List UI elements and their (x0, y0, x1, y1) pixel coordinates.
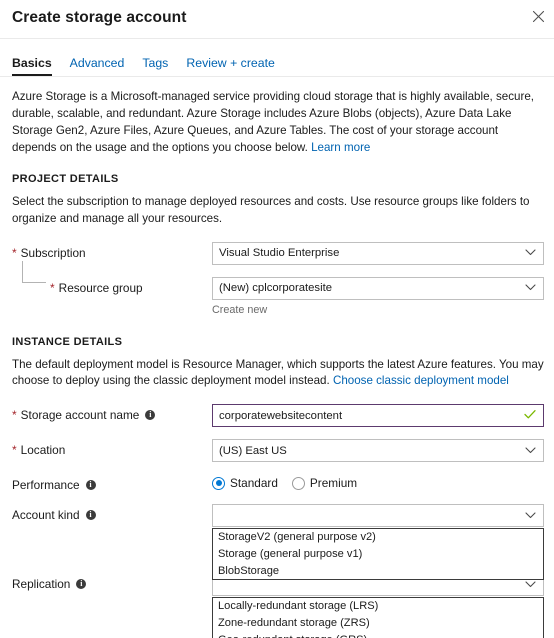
subscription-control: Visual Studio Enterprise (212, 241, 544, 265)
resource-group-label-wrap: * Resource group (12, 260, 212, 295)
chevron-down-icon (525, 247, 536, 259)
tab-bar: Basics Advanced Tags Review + create (0, 38, 554, 76)
storage-account-name-label: Storage account name (20, 408, 140, 423)
radio-icon (291, 476, 305, 490)
project-details-heading: PROJECT DETAILS (12, 172, 119, 185)
performance-radio-group: Standard Premium (212, 474, 544, 490)
intro-text: Azure Storage is a Microsoft-managed ser… (12, 90, 534, 154)
instance-details-description: The default deployment model is Resource… (12, 357, 544, 391)
storage-account-name-control: corporatewebsitecontent (212, 404, 544, 428)
info-icon[interactable]: i (76, 579, 87, 590)
performance-label: Performance (12, 478, 80, 493)
storage-account-name-required-marker: * (12, 408, 17, 423)
instance-details-heading: INSTANCE DETAILS (12, 335, 123, 348)
subscription-label-wrap: * Subscription (12, 242, 212, 260)
storage-account-name-row: * Storage account name i corporatewebsit… (12, 404, 544, 428)
replication-label-wrap: Replication i (12, 573, 212, 591)
chevron-down-icon (525, 510, 536, 522)
create-new-resource-group-link[interactable]: Create new (212, 304, 267, 316)
blade-header: Create storage account (0, 0, 554, 39)
tab-basics[interactable]: Basics (12, 56, 52, 76)
project-details-description: Select the subscription to manage deploy… (12, 194, 530, 225)
blade-body: Azure Storage is a Microsoft-managed ser… (0, 89, 554, 638)
location-required-marker: * (12, 443, 17, 458)
location-control: (US) East US (212, 439, 544, 463)
storage-account-name-value: corporatewebsitecontent (219, 409, 343, 422)
replication-option[interactable]: Locally-redundant storage (LRS) (213, 598, 543, 615)
account-kind-control: StorageV2 (general purpose v2) Storage (… (212, 504, 544, 581)
storage-account-name-input[interactable]: corporatewebsitecontent (212, 404, 544, 428)
choose-classic-deployment-model-link[interactable]: Choose classic deployment model (333, 374, 509, 387)
tab-divider (0, 76, 554, 77)
replication-label: Replication (12, 577, 71, 592)
chevron-down-icon (525, 282, 536, 294)
subscription-row: * Subscription Visual Studio Enterprise (12, 241, 544, 265)
resource-group-select[interactable]: (New) cplcorporatesite (212, 276, 544, 300)
resource-group-required-marker: * (50, 280, 55, 295)
storage-account-name-label-wrap: * Storage account name i (12, 404, 212, 422)
page-title: Create storage account (12, 9, 187, 26)
replication-option[interactable]: Geo-redundant storage (GRS) (213, 632, 543, 638)
learn-more-link[interactable]: Learn more (311, 141, 370, 154)
performance-label-wrap: Performance i (12, 474, 212, 492)
info-icon[interactable]: i (85, 480, 96, 491)
radio-icon (212, 476, 225, 490)
subscription-required-marker: * (12, 245, 17, 260)
performance-option-premium-label: Premium (309, 476, 358, 491)
create-storage-account-blade: Create storage account Basics Advanced T… (0, 0, 554, 638)
tab-review-create[interactable]: Review + create (186, 56, 275, 76)
replication-listbox: Locally-redundant storage (LRS) Zone-red… (212, 597, 544, 638)
performance-option-premium[interactable]: Premium (291, 476, 358, 491)
tab-advanced[interactable]: Advanced (70, 56, 125, 76)
subscription-label: Subscription (20, 245, 86, 260)
location-label-wrap: * Location (12, 439, 212, 457)
account-kind-listbox: StorageV2 (general purpose v2) Storage (… (212, 528, 544, 581)
account-kind-option[interactable]: StorageV2 (general purpose v2) (213, 529, 543, 546)
instance-details-form: * Storage account name i corporatewebsit… (12, 404, 544, 638)
close-icon[interactable] (527, 5, 549, 27)
resource-group-label: Resource group (58, 280, 143, 295)
performance-option-standard-label: Standard (230, 476, 278, 491)
location-label: Location (20, 443, 66, 458)
performance-row: Performance i Standard Premium (12, 474, 544, 492)
performance-control: Standard Premium (212, 474, 544, 490)
location-row: * Location (US) East US (12, 439, 544, 463)
account-kind-select[interactable] (212, 504, 544, 528)
resource-group-control: (New) cplcorporatesite Create new (212, 276, 544, 318)
replication-option[interactable]: Zone-redundant storage (ZRS) (213, 615, 543, 632)
intro-paragraph: Azure Storage is a Microsoft-managed ser… (12, 89, 544, 157)
tree-connector-line (22, 260, 46, 283)
subscription-select[interactable]: Visual Studio Enterprise (212, 241, 544, 265)
chevron-down-icon (525, 579, 536, 591)
performance-option-standard[interactable]: Standard (212, 476, 278, 490)
chevron-down-icon (525, 445, 536, 457)
account-kind-row: Account kind i StorageV2 (general purpos… (12, 504, 544, 581)
header-divider (0, 38, 554, 39)
project-details-form: * Subscription Visual Studio Enterprise (12, 241, 544, 318)
info-icon[interactable]: i (85, 510, 96, 521)
account-kind-label-wrap: Account kind i (12, 504, 212, 522)
location-select[interactable]: (US) East US (212, 439, 544, 463)
tab-tags[interactable]: Tags (142, 56, 168, 76)
account-kind-option[interactable]: BlobStorage (213, 563, 543, 580)
location-value: (US) East US (219, 444, 287, 457)
subscription-value: Visual Studio Enterprise (219, 247, 340, 260)
resource-group-row: * Resource group (New) cplcorporatesite … (12, 260, 544, 318)
info-icon[interactable]: i (145, 410, 156, 421)
checkmark-icon (524, 409, 536, 422)
account-kind-option[interactable]: Storage (general purpose v1) (213, 546, 543, 563)
account-kind-label: Account kind (12, 508, 80, 523)
resource-group-value: (New) cplcorporatesite (219, 282, 333, 295)
